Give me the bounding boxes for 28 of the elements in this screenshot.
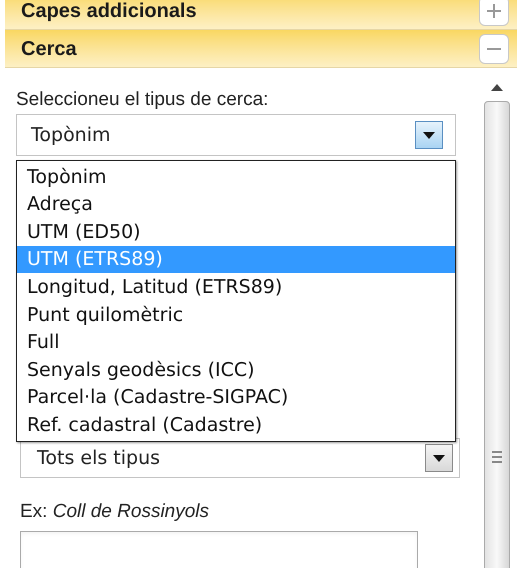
search-type-label: Seleccioneu el tipus de cerca:	[16, 88, 270, 112]
panel-header[interactable]: Capes addicionals	[5, 0, 517, 30]
dropdown-option[interactable]: Topònim	[17, 163, 455, 191]
minus-icon	[487, 48, 501, 50]
plus-icon	[487, 4, 501, 18]
dropdown-option[interactable]: Senyals geodèsics (ICC)	[17, 356, 455, 384]
dropdown-button[interactable]	[425, 444, 453, 472]
dropdown-option[interactable]: Full	[17, 328, 455, 356]
grip-icon	[492, 451, 502, 463]
dropdown-option[interactable]: Ref. cadastral (Cadastre)	[17, 411, 455, 439]
type-filter-select[interactable]: Tots els tipus	[20, 438, 460, 478]
dropdown-button[interactable]	[415, 121, 443, 149]
panel-title: Cerca	[21, 36, 77, 62]
panel-title: Capes addicionals	[21, 0, 197, 24]
expand-button[interactable]	[479, 0, 509, 26]
dropdown-option[interactable]: Punt quilomètric	[17, 300, 455, 329]
scroll-up-icon	[491, 84, 503, 91]
collapse-button[interactable]	[479, 34, 509, 64]
dropdown-option[interactable]: UTM (ED50)	[17, 218, 455, 246]
search-field[interactable]	[20, 530, 418, 568]
panel-header[interactable]: Cerca	[5, 30, 517, 68]
caret-icon	[423, 132, 435, 138]
caret-icon	[433, 454, 445, 462]
dropdown-option[interactable]: Parcel·la (Cadastre-SIGPAC)	[17, 384, 455, 412]
dropdown-option[interactable]: Adreça	[17, 190, 455, 218]
example-hint: Ex: Coll de Rossinyols	[20, 500, 210, 524]
search-type-select[interactable]: Topònim	[16, 114, 456, 156]
dropdown-option[interactable]: Longitud, Latitud (ETRS89)	[17, 273, 455, 301]
